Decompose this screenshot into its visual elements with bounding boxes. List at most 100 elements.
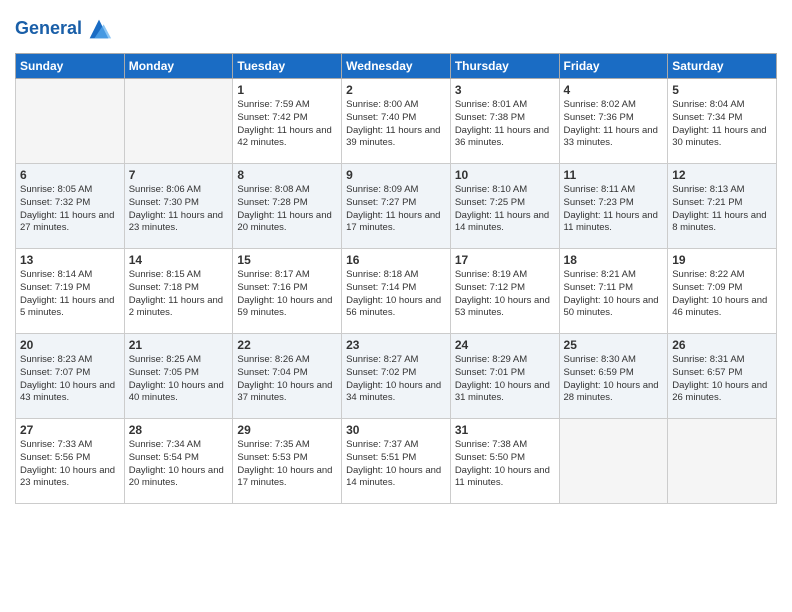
calendar-cell: 24 Sunrise: 8:29 AM Sunset: 7:01 PM Dayli… bbox=[450, 334, 559, 419]
day-info: Sunrise: 8:18 AM Sunset: 7:14 PM Dayligh… bbox=[346, 269, 446, 320]
calendar-cell: 28Sunrise: 7:34 AM Sunset: 5:54 PM Dayli… bbox=[124, 419, 233, 504]
day-number: 12 bbox=[672, 168, 772, 182]
day-number: 24 bbox=[455, 338, 555, 352]
day-info: Sunrise: 8:31 AM Sunset: 6:57 PM Dayligh… bbox=[672, 354, 772, 405]
calendar-cell: 1 Sunrise: 7:59 AM Sunset: 7:42 PM Daylig… bbox=[233, 79, 342, 164]
calendar-cell: 14Sunrise: 8:15 AM Sunset: 7:18 PM Dayli… bbox=[124, 249, 233, 334]
day-number: 20 bbox=[20, 338, 120, 352]
calendar-cell: 26 Sunrise: 8:31 AM Sunset: 6:57 PM Dayli… bbox=[668, 334, 777, 419]
day-number: 7 bbox=[129, 168, 229, 182]
day-info: Sunrise: 8:26 AM Sunset: 7:04 PM Dayligh… bbox=[237, 354, 337, 405]
day-info: Sunrise: 7:35 AM Sunset: 5:53 PM Dayligh… bbox=[237, 439, 337, 490]
day-info: Sunrise: 7:33 AM Sunset: 5:56 PM Dayligh… bbox=[20, 439, 120, 490]
day-info: Sunrise: 8:29 AM Sunset: 7:01 PM Dayligh… bbox=[455, 354, 555, 405]
day-info: Sunrise: 8:05 AM Sunset: 7:32 PM Dayligh… bbox=[20, 184, 120, 235]
day-number: 22 bbox=[237, 338, 337, 352]
day-number: 26 bbox=[672, 338, 772, 352]
day-info: Sunrise: 8:30 AM Sunset: 6:59 PM Dayligh… bbox=[564, 354, 664, 405]
day-number: 8 bbox=[237, 168, 337, 182]
day-number: 18 bbox=[564, 253, 664, 267]
day-info: Sunrise: 7:34 AM Sunset: 5:54 PM Dayligh… bbox=[129, 439, 229, 490]
calendar-cell: 2 Sunrise: 8:00 AM Sunset: 7:40 PM Daylig… bbox=[342, 79, 451, 164]
weekday-header: Tuesday bbox=[233, 54, 342, 79]
day-number: 16 bbox=[346, 253, 446, 267]
day-number: 10 bbox=[455, 168, 555, 182]
day-number: 25 bbox=[564, 338, 664, 352]
weekday-header: Wednesday bbox=[342, 54, 451, 79]
day-info: Sunrise: 7:59 AM Sunset: 7:42 PM Dayligh… bbox=[237, 99, 337, 150]
day-info: Sunrise: 8:22 AM Sunset: 7:09 PM Dayligh… bbox=[672, 269, 772, 320]
calendar-cell: 23Sunrise: 8:27 AM Sunset: 7:02 PM Dayli… bbox=[342, 334, 451, 419]
calendar-cell: 16 Sunrise: 8:18 AM Sunset: 7:14 PM Dayli… bbox=[342, 249, 451, 334]
day-number: 11 bbox=[564, 168, 664, 182]
calendar-week-row: 13Sunrise: 8:14 AM Sunset: 7:19 PM Dayli… bbox=[16, 249, 777, 334]
day-info: Sunrise: 8:04 AM Sunset: 7:34 PM Dayligh… bbox=[672, 99, 772, 150]
day-info: Sunrise: 8:14 AM Sunset: 7:19 PM Dayligh… bbox=[20, 269, 120, 320]
day-info: Sunrise: 8:10 AM Sunset: 7:25 PM Dayligh… bbox=[455, 184, 555, 235]
calendar-week-row: 6 Sunrise: 8:05 AM Sunset: 7:32 PM Daylig… bbox=[16, 164, 777, 249]
day-number: 5 bbox=[672, 83, 772, 97]
calendar-cell bbox=[124, 79, 233, 164]
weekday-header: Sunday bbox=[16, 54, 125, 79]
calendar-cell: 29 Sunrise: 7:35 AM Sunset: 5:53 PM Dayli… bbox=[233, 419, 342, 504]
calendar-cell bbox=[668, 419, 777, 504]
calendar-cell: 31 Sunrise: 7:38 AM Sunset: 5:50 PM Dayli… bbox=[450, 419, 559, 504]
calendar-cell: 13Sunrise: 8:14 AM Sunset: 7:19 PM Dayli… bbox=[16, 249, 125, 334]
calendar-cell bbox=[16, 79, 125, 164]
calendar-cell: 30 Sunrise: 7:37 AM Sunset: 5:51 PM Dayli… bbox=[342, 419, 451, 504]
calendar-cell bbox=[559, 419, 668, 504]
day-info: Sunrise: 8:09 AM Sunset: 7:27 PM Dayligh… bbox=[346, 184, 446, 235]
day-info: Sunrise: 8:23 AM Sunset: 7:07 PM Dayligh… bbox=[20, 354, 120, 405]
calendar-table: SundayMondayTuesdayWednesdayThursdayFrid… bbox=[15, 53, 777, 504]
day-info: Sunrise: 8:15 AM Sunset: 7:18 PM Dayligh… bbox=[129, 269, 229, 320]
calendar-cell: 17 Sunrise: 8:19 AM Sunset: 7:12 PM Dayli… bbox=[450, 249, 559, 334]
day-info: Sunrise: 8:00 AM Sunset: 7:40 PM Dayligh… bbox=[346, 99, 446, 150]
day-number: 15 bbox=[237, 253, 337, 267]
day-info: Sunrise: 8:02 AM Sunset: 7:36 PM Dayligh… bbox=[564, 99, 664, 150]
calendar-cell: 7Sunrise: 8:06 AM Sunset: 7:30 PM Daylig… bbox=[124, 164, 233, 249]
calendar-container: General SundayMondayTuesdayWednesdayThur… bbox=[0, 0, 792, 519]
day-number: 21 bbox=[129, 338, 229, 352]
calendar-cell: 11Sunrise: 8:11 AM Sunset: 7:23 PM Dayli… bbox=[559, 164, 668, 249]
day-info: Sunrise: 8:17 AM Sunset: 7:16 PM Dayligh… bbox=[237, 269, 337, 320]
calendar-header: General bbox=[15, 10, 777, 43]
calendar-cell: 3Sunrise: 8:01 AM Sunset: 7:38 PM Daylig… bbox=[450, 79, 559, 164]
calendar-cell: 20 Sunrise: 8:23 AM Sunset: 7:07 PM Dayli… bbox=[16, 334, 125, 419]
day-info: Sunrise: 8:27 AM Sunset: 7:02 PM Dayligh… bbox=[346, 354, 446, 405]
calendar-cell: 15 Sunrise: 8:17 AM Sunset: 7:16 PM Dayli… bbox=[233, 249, 342, 334]
calendar-week-row: 20 Sunrise: 8:23 AM Sunset: 7:07 PM Dayli… bbox=[16, 334, 777, 419]
calendar-cell: 19 Sunrise: 8:22 AM Sunset: 7:09 PM Dayli… bbox=[668, 249, 777, 334]
day-number: 29 bbox=[237, 423, 337, 437]
day-info: Sunrise: 7:38 AM Sunset: 5:50 PM Dayligh… bbox=[455, 439, 555, 490]
calendar-cell: 21 Sunrise: 8:25 AM Sunset: 7:05 PM Dayli… bbox=[124, 334, 233, 419]
logo: General bbox=[15, 15, 113, 43]
day-number: 17 bbox=[455, 253, 555, 267]
weekday-header: Monday bbox=[124, 54, 233, 79]
day-info: Sunrise: 8:01 AM Sunset: 7:38 PM Dayligh… bbox=[455, 99, 555, 150]
day-info: Sunrise: 8:19 AM Sunset: 7:12 PM Dayligh… bbox=[455, 269, 555, 320]
calendar-cell: 6 Sunrise: 8:05 AM Sunset: 7:32 PM Daylig… bbox=[16, 164, 125, 249]
logo-icon bbox=[85, 15, 113, 43]
calendar-cell: 12 Sunrise: 8:13 AM Sunset: 7:21 PM Dayli… bbox=[668, 164, 777, 249]
day-info: Sunrise: 8:25 AM Sunset: 7:05 PM Dayligh… bbox=[129, 354, 229, 405]
calendar-cell: 4 Sunrise: 8:02 AM Sunset: 7:36 PM Daylig… bbox=[559, 79, 668, 164]
day-number: 6 bbox=[20, 168, 120, 182]
weekday-header: Saturday bbox=[668, 54, 777, 79]
day-number: 4 bbox=[564, 83, 664, 97]
calendar-cell: 27 Sunrise: 7:33 AM Sunset: 5:56 PM Dayli… bbox=[16, 419, 125, 504]
calendar-week-row: 27 Sunrise: 7:33 AM Sunset: 5:56 PM Dayli… bbox=[16, 419, 777, 504]
day-number: 30 bbox=[346, 423, 446, 437]
calendar-cell: 18 Sunrise: 8:21 AM Sunset: 7:11 PM Dayli… bbox=[559, 249, 668, 334]
day-number: 31 bbox=[455, 423, 555, 437]
day-info: Sunrise: 7:37 AM Sunset: 5:51 PM Dayligh… bbox=[346, 439, 446, 490]
day-number: 2 bbox=[346, 83, 446, 97]
day-number: 27 bbox=[20, 423, 120, 437]
calendar-cell: 22 Sunrise: 8:26 AM Sunset: 7:04 PM Dayli… bbox=[233, 334, 342, 419]
logo-text: General bbox=[15, 19, 82, 39]
calendar-cell: 25 Sunrise: 8:30 AM Sunset: 6:59 PM Dayli… bbox=[559, 334, 668, 419]
day-info: Sunrise: 8:21 AM Sunset: 7:11 PM Dayligh… bbox=[564, 269, 664, 320]
day-number: 1 bbox=[237, 83, 337, 97]
day-info: Sunrise: 8:13 AM Sunset: 7:21 PM Dayligh… bbox=[672, 184, 772, 235]
day-number: 19 bbox=[672, 253, 772, 267]
calendar-cell: 10 Sunrise: 8:10 AM Sunset: 7:25 PM Dayli… bbox=[450, 164, 559, 249]
